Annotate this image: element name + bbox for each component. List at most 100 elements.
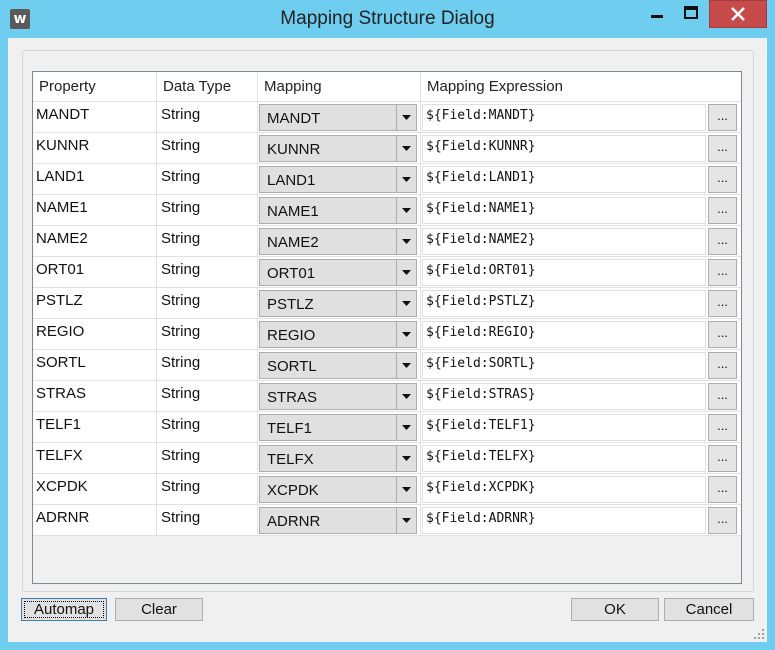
- mapping-expression-field[interactable]: ${Field:MANDT}: [422, 104, 706, 131]
- mapping-dropdown[interactable]: REGIO: [259, 321, 417, 348]
- expression-editor-button[interactable]: ...: [708, 507, 737, 534]
- mapping-expression-cell: ${Field:NAME1}...: [421, 195, 741, 226]
- table-row[interactable]: NAME1 String NAME1 ${Field:NAME1}...: [33, 195, 741, 226]
- mapping-expression-field[interactable]: ${Field:SORTL}: [422, 352, 706, 379]
- ok-button[interactable]: OK: [571, 598, 659, 621]
- column-header-property[interactable]: Property: [33, 72, 157, 102]
- mapping-expression-field[interactable]: ${Field:NAME2}: [422, 228, 706, 255]
- table-row[interactable]: SORTL String SORTL ${Field:SORTL}...: [33, 350, 741, 381]
- dropdown-arrow-button[interactable]: [396, 384, 416, 409]
- expression-editor-button[interactable]: ...: [708, 383, 737, 410]
- mapping-expression-field[interactable]: ${Field:LAND1}: [422, 166, 706, 193]
- dropdown-arrow-button[interactable]: [396, 105, 416, 130]
- property-cell: REGIO: [33, 319, 157, 350]
- dropdown-arrow-button[interactable]: [396, 291, 416, 316]
- mapping-expression-field[interactable]: ${Field:KUNNR}: [422, 135, 706, 162]
- mapping-dropdown[interactable]: NAME2: [259, 228, 417, 255]
- mapping-expression-cell: ${Field:REGIO}...: [421, 319, 741, 350]
- mapping-expression-field[interactable]: ${Field:TELFX}: [422, 445, 706, 472]
- expression-editor-button[interactable]: ...: [708, 445, 737, 472]
- expression-editor-button[interactable]: ...: [708, 166, 737, 193]
- table-row[interactable]: MANDT String MANDT ${Field:MANDT}...: [33, 102, 741, 133]
- expression-editor-button[interactable]: ...: [708, 476, 737, 503]
- chevron-down-icon: [402, 456, 411, 461]
- column-header-mapping-expression[interactable]: Mapping Expression: [421, 72, 741, 102]
- mapping-cell: LAND1: [258, 164, 421, 195]
- expression-editor-button[interactable]: ...: [708, 321, 737, 348]
- mapping-expression-cell: ${Field:XCPDK}...: [421, 474, 741, 505]
- mapping-dropdown[interactable]: PSTLZ: [259, 290, 417, 317]
- close-button[interactable]: [709, 0, 767, 28]
- data-type-cell: String: [157, 474, 258, 505]
- mapping-dropdown[interactable]: ORT01: [259, 259, 417, 286]
- chevron-down-icon: [402, 115, 411, 120]
- automap-button[interactable]: Automap: [21, 598, 107, 621]
- cancel-button[interactable]: Cancel: [664, 598, 754, 621]
- mapping-cell: NAME1: [258, 195, 421, 226]
- mapping-expression-field[interactable]: ${Field:ORT01}: [422, 259, 706, 286]
- mapping-dropdown[interactable]: TELF1: [259, 414, 417, 441]
- mapping-dropdown[interactable]: SORTL: [259, 352, 417, 379]
- dropdown-arrow-button[interactable]: [396, 415, 416, 440]
- mapping-expression-field[interactable]: ${Field:STRAS}: [422, 383, 706, 410]
- mapping-expression-cell: ${Field:KUNNR}...: [421, 133, 741, 164]
- mapping-expression-field[interactable]: ${Field:REGIO}: [422, 321, 706, 348]
- mapping-dropdown[interactable]: KUNNR: [259, 135, 417, 162]
- table-row[interactable]: NAME2 String NAME2 ${Field:NAME2}...: [33, 226, 741, 257]
- table-row[interactable]: TELFX String TELFX ${Field:TELFX}...: [33, 443, 741, 474]
- table-row[interactable]: PSTLZ String PSTLZ ${Field:PSTLZ}...: [33, 288, 741, 319]
- mapping-expression-field[interactable]: ${Field:XCPDK}: [422, 476, 706, 503]
- table-row[interactable]: XCPDK String XCPDK ${Field:XCPDK}...: [33, 474, 741, 505]
- chevron-down-icon: [402, 208, 411, 213]
- expression-editor-button[interactable]: ...: [708, 352, 737, 379]
- table-row[interactable]: ORT01 String ORT01 ${Field:ORT01}...: [33, 257, 741, 288]
- mapping-dropdown[interactable]: TELFX: [259, 445, 417, 472]
- dropdown-arrow-button[interactable]: [396, 477, 416, 502]
- dropdown-arrow-button[interactable]: [396, 353, 416, 378]
- data-type-cell: String: [157, 381, 258, 412]
- dropdown-arrow-button[interactable]: [396, 136, 416, 161]
- maximize-button[interactable]: [674, 0, 708, 28]
- table-row[interactable]: STRAS String STRAS ${Field:STRAS}...: [33, 381, 741, 412]
- dropdown-arrow-button[interactable]: [396, 260, 416, 285]
- mapping-dropdown[interactable]: MANDT: [259, 104, 417, 131]
- property-cell: TELF1: [33, 412, 157, 443]
- column-header-mapping[interactable]: Mapping: [258, 72, 421, 102]
- dropdown-arrow-button[interactable]: [396, 322, 416, 347]
- table-row[interactable]: REGIO String REGIO ${Field:REGIO}...: [33, 319, 741, 350]
- expression-editor-button[interactable]: ...: [708, 135, 737, 162]
- mapping-expression-field[interactable]: ${Field:NAME1}: [422, 197, 706, 224]
- mapping-expression-cell: ${Field:TELF1}...: [421, 412, 741, 443]
- table-row[interactable]: TELF1 String TELF1 ${Field:TELF1}...: [33, 412, 741, 443]
- resize-grip-icon[interactable]: [753, 628, 765, 640]
- mapping-grid[interactable]: Property Data Type Mapping Mapping Expre…: [32, 71, 742, 584]
- dropdown-arrow-button[interactable]: [396, 229, 416, 254]
- mapping-dropdown-value: TELFX: [267, 451, 314, 468]
- mapping-dropdown[interactable]: STRAS: [259, 383, 417, 410]
- dropdown-arrow-button[interactable]: [396, 508, 416, 533]
- expression-editor-button[interactable]: ...: [708, 104, 737, 131]
- mapping-dropdown[interactable]: LAND1: [259, 166, 417, 193]
- dropdown-arrow-button[interactable]: [396, 167, 416, 192]
- minimize-button[interactable]: [640, 0, 674, 28]
- mapping-dropdown[interactable]: XCPDK: [259, 476, 417, 503]
- column-header-data-type[interactable]: Data Type: [157, 72, 258, 102]
- data-type-text: String: [161, 447, 201, 464]
- mapping-expression-field[interactable]: ${Field:TELF1}: [422, 414, 706, 441]
- expression-editor-button[interactable]: ...: [708, 290, 737, 317]
- expression-editor-button[interactable]: ...: [708, 414, 737, 441]
- mapping-expression-field[interactable]: ${Field:ADRNR}: [422, 507, 706, 534]
- mapping-dropdown[interactable]: ADRNR: [259, 507, 417, 534]
- mapping-expression-field[interactable]: ${Field:PSTLZ}: [422, 290, 706, 317]
- table-row[interactable]: ADRNR String ADRNR ${Field:ADRNR}...: [33, 505, 741, 536]
- expression-editor-button[interactable]: ...: [708, 197, 737, 224]
- title-bar[interactable]: w Mapping Structure Dialog: [0, 0, 775, 38]
- table-row[interactable]: KUNNR String KUNNR ${Field:KUNNR}...: [33, 133, 741, 164]
- expression-editor-button[interactable]: ...: [708, 228, 737, 255]
- dropdown-arrow-button[interactable]: [396, 198, 416, 223]
- expression-editor-button[interactable]: ...: [708, 259, 737, 286]
- table-row[interactable]: LAND1 String LAND1 ${Field:LAND1}...: [33, 164, 741, 195]
- mapping-dropdown[interactable]: NAME1: [259, 197, 417, 224]
- clear-button[interactable]: Clear: [115, 598, 203, 621]
- dropdown-arrow-button[interactable]: [396, 446, 416, 471]
